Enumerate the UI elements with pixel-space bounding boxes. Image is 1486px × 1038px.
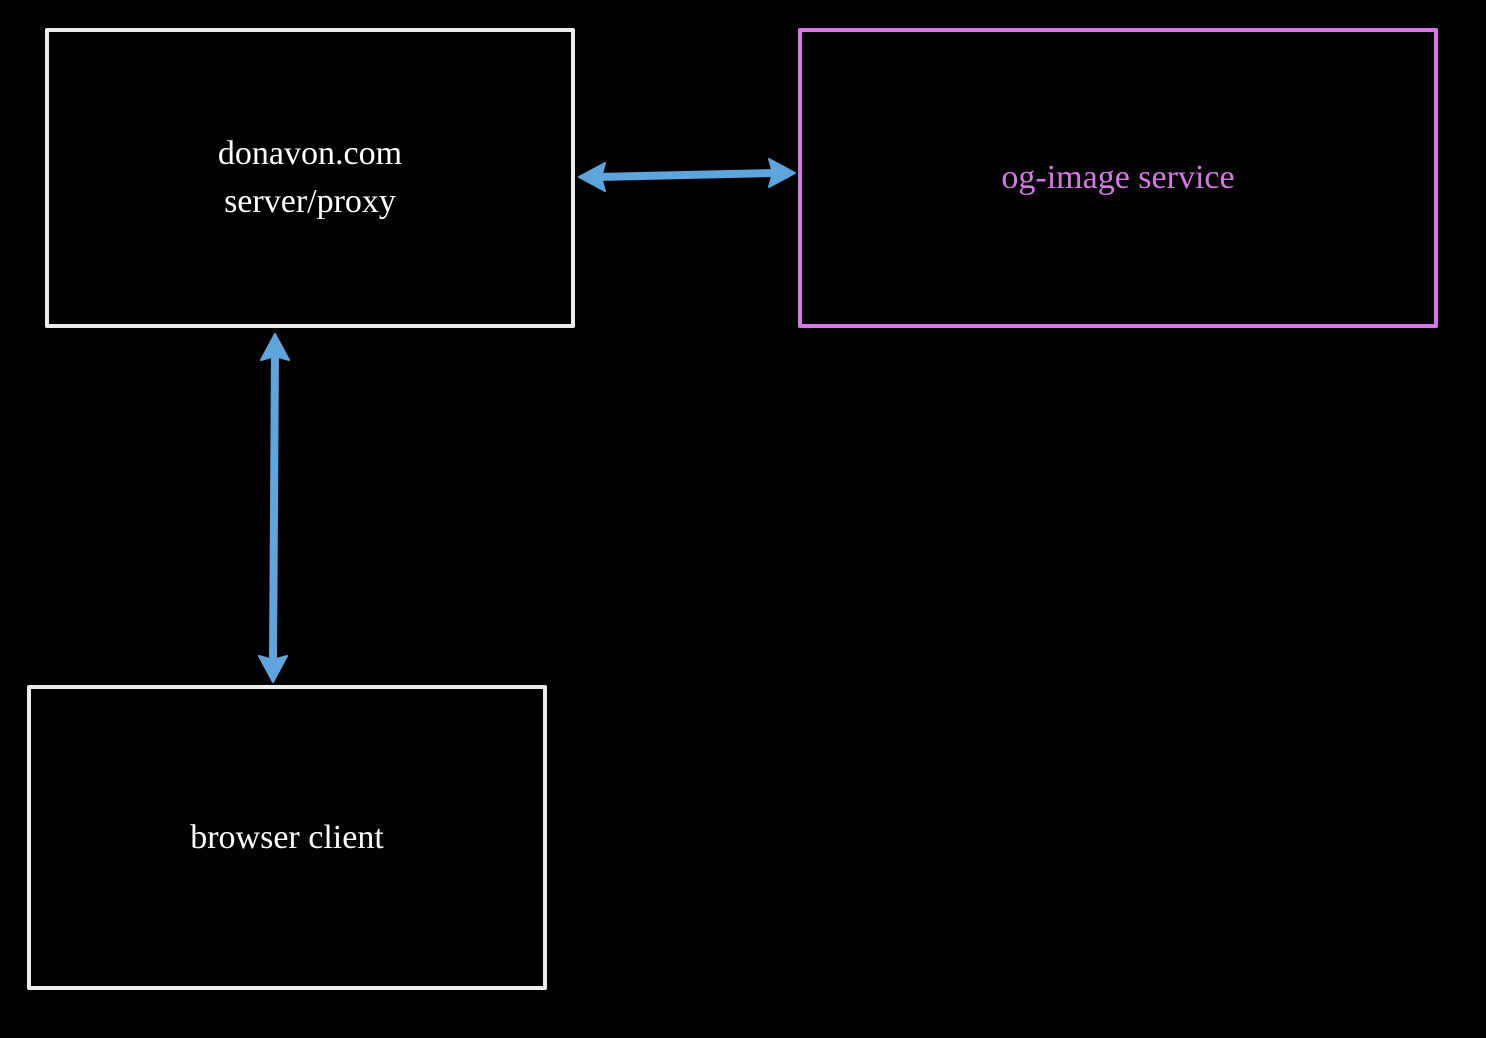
server-proxy-line2: server/proxy xyxy=(224,183,396,220)
arrow-server-to-ogimage xyxy=(575,145,799,205)
server-proxy-box: donavon.com server/proxy xyxy=(45,28,575,328)
arrow-server-to-browser xyxy=(245,330,305,686)
server-proxy-line1: donavon.com xyxy=(218,135,402,172)
server-proxy-label: donavon.com server/proxy xyxy=(218,130,402,225)
og-image-service-box: og-image service xyxy=(798,28,1438,328)
browser-client-box: browser client xyxy=(27,685,547,990)
browser-client-label: browser client xyxy=(190,814,384,862)
og-image-service-label: og-image service xyxy=(1001,154,1234,202)
